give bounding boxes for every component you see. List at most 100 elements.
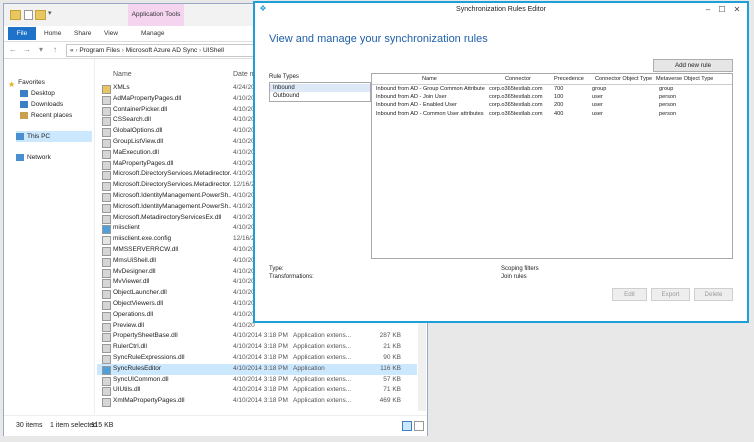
- cfg-file-icon: [102, 236, 111, 246]
- grid-header-precedence[interactable]: Precedence: [554, 76, 584, 82]
- navigation-pane: ★ Favorites Desktop Downloads Recent plac…: [4, 59, 95, 414]
- rule-name: Inbound from AD - Group Common Attribute: [376, 86, 485, 92]
- file-row[interactable]: XmlMaPropertyPages.dll 4/10/2014 3:18 PM A…: [97, 396, 417, 408]
- dll-file-icon: [102, 117, 111, 127]
- nav-desktop[interactable]: Desktop: [20, 88, 55, 99]
- dll-file-icon: [102, 160, 111, 170]
- nav-favorites[interactable]: ★ Favorites: [8, 77, 45, 89]
- address-segment-program-files[interactable]: Program Files: [79, 47, 119, 54]
- rule-type-inbound[interactable]: Inbound: [270, 84, 370, 92]
- detail-transformations-label: Transformations:: [269, 274, 314, 280]
- desktop-icon: [20, 89, 28, 97]
- dll-file-icon: [102, 257, 111, 267]
- dll-file-icon: [102, 344, 111, 354]
- back-arrow-icon[interactable]: ←: [7, 44, 19, 55]
- grid-header-metaverse-object-type[interactable]: Metaverse Object Type: [656, 76, 713, 82]
- file-name: miisclient.exe.config: [113, 235, 172, 243]
- address-segment-azure-ad-sync[interactable]: Microsoft Azure AD Sync: [126, 47, 198, 54]
- forward-arrow-icon[interactable]: →: [21, 44, 33, 55]
- close-icon[interactable]: ✕: [730, 4, 744, 15]
- file-name: Microsoft.IdentityManagement.PowerSh...: [113, 192, 231, 199]
- sync-rules-editor-window: ❖ Synchronization Rules Editor – ☐ ✕ Vie…: [253, 1, 749, 323]
- file-name: Microsoft.MetadirectoryServicesEx.dll: [113, 213, 222, 221]
- tab-manage[interactable]: Manage: [141, 27, 165, 40]
- nav-network[interactable]: Network: [16, 152, 51, 163]
- file-type: Application extens...: [293, 375, 352, 383]
- file-row[interactable]: SyncUICommon.dll 4/10/2014 3:18 PM Applica…: [97, 375, 417, 386]
- recent-dropdown-icon[interactable]: ▾: [35, 44, 47, 55]
- rules-grid: Name Connector Precedence Connector Obje…: [371, 73, 733, 259]
- dll-file-icon: [102, 279, 111, 289]
- dll-file-icon: [102, 106, 111, 116]
- nav-this-pc[interactable]: This PC: [16, 131, 92, 142]
- dll-file-icon: [102, 193, 111, 202]
- file-row[interactable]: SyncRulesEditor 4/10/2014 3:18 PM Applicat…: [97, 363, 417, 375]
- selected-size: 115 KB: [91, 422, 114, 429]
- status-bar: 30 items 1 item selected 115 KB: [4, 415, 427, 436]
- file-size: 21 KB: [383, 343, 401, 351]
- file-name: GlobalOptions.dll: [113, 127, 163, 135]
- rule-connector: corp.o365testlab.com: [489, 94, 543, 101]
- export-button[interactable]: Export: [651, 288, 690, 301]
- maximize-icon[interactable]: ☐: [715, 4, 729, 15]
- tab-file[interactable]: File: [8, 27, 36, 40]
- grid-header-name[interactable]: Name: [422, 76, 437, 82]
- sync-titlebar[interactable]: ❖ Synchronization Rules Editor: [255, 3, 747, 17]
- address-segment-uishell[interactable]: UIShell: [203, 47, 224, 54]
- file-date: 4/10/2014 3:18 PM: [233, 354, 288, 361]
- tab-view[interactable]: View: [104, 27, 118, 40]
- file-date: 4/10/2014 3:18 PM: [233, 375, 288, 383]
- item-count: 30 items: [16, 422, 43, 429]
- properties-icon[interactable]: [24, 10, 33, 20]
- dll-file-icon: [102, 171, 111, 181]
- address-overflow[interactable]: «: [70, 47, 74, 54]
- quick-access-dropdown-icon[interactable]: ▾: [48, 9, 52, 17]
- nav-recent-places[interactable]: Recent places: [20, 110, 72, 121]
- file-date: 4/10/2014 3:18 PM: [233, 386, 288, 394]
- detail-scoping-label: Scoping filters: [501, 266, 539, 272]
- nav-downloads[interactable]: Downloads: [20, 99, 63, 110]
- column-header-name[interactable]: Name: [113, 71, 132, 78]
- rule-connector: corp.o365testlab.com: [489, 86, 543, 92]
- file-name: Microsoft.DirectoryServices.Metadirector…: [113, 170, 231, 178]
- file-size: 116 KB: [380, 364, 401, 372]
- details-view-icon[interactable]: [402, 421, 412, 431]
- file-type: Application extens...: [293, 354, 352, 361]
- file-name: ContainerPicker.dll: [113, 105, 168, 113]
- file-row[interactable]: SyncRuleExpressions.dll 4/10/2014 3:18 PM…: [97, 353, 417, 364]
- star-icon: ★: [8, 79, 16, 89]
- grid-header-connector-object-type[interactable]: Connector Object Type: [595, 76, 652, 82]
- rule-type-outbound[interactable]: Outbound: [270, 92, 370, 100]
- file-type: Application extens...: [293, 397, 352, 405]
- rule-row[interactable]: Inbound from AD - Common User attributes…: [372, 111, 732, 119]
- file-row[interactable]: RulerCtrl.dll 4/10/2014 3:18 PM Applicatio…: [97, 342, 417, 354]
- file-type: Application extens...: [293, 332, 352, 340]
- detail-join-label: Join rules: [501, 274, 527, 280]
- tab-share[interactable]: Share: [74, 27, 91, 40]
- grid-header-connector[interactable]: Connector: [505, 76, 531, 82]
- file-name: AdMaPropertyPages.dll: [113, 94, 182, 102]
- new-folder-icon[interactable]: [35, 10, 46, 20]
- rule-row[interactable]: Inbound from AD - Join User corp.o365test…: [372, 94, 732, 102]
- file-row[interactable]: UIUtils.dll 4/10/2014 3:18 PM Application …: [97, 385, 417, 397]
- add-new-rule-button[interactable]: Add new rule: [653, 59, 733, 72]
- tab-home[interactable]: Home: [44, 27, 61, 40]
- rule-precedence: 700: [554, 86, 564, 92]
- minimize-icon[interactable]: –: [701, 4, 715, 15]
- rule-types-label: Rule Types: [269, 74, 299, 80]
- rule-row[interactable]: Inbound from AD - Enabled User corp.o365t…: [372, 102, 732, 110]
- dll-file-icon: [102, 322, 111, 332]
- edit-button[interactable]: Edit: [612, 288, 647, 301]
- large-icons-view-icon[interactable]: [414, 421, 424, 431]
- file-row[interactable]: PropertySheetBase.dll 4/10/2014 3:18 PM Ap…: [97, 331, 417, 343]
- file-size: 90 KB: [383, 354, 401, 361]
- delete-button[interactable]: Delete: [694, 288, 733, 301]
- file-name: PropertySheetBase.dll: [113, 332, 178, 340]
- network-icon: [16, 153, 24, 161]
- rule-connector-object-type: group: [592, 86, 607, 92]
- up-arrow-icon[interactable]: ↑: [49, 44, 61, 55]
- app-icon: ❖: [259, 4, 267, 13]
- rule-row[interactable]: Inbound from AD - Group Common Attribute…: [372, 86, 732, 94]
- file-name: miisclient: [113, 224, 140, 232]
- dll-file-icon: [102, 203, 111, 213]
